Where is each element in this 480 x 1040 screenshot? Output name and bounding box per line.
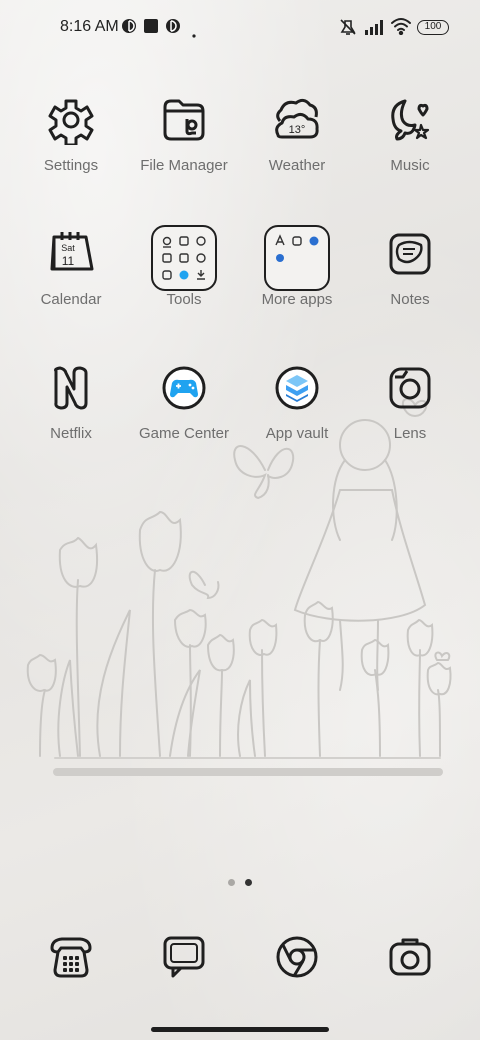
signal-icon	[364, 19, 386, 40]
browser-icon	[274, 936, 320, 984]
lens-icon	[385, 363, 435, 413]
camera-icon	[387, 938, 433, 984]
gear-icon	[46, 95, 96, 147]
stop-icon	[143, 18, 159, 39]
calendar-day: Sat	[61, 243, 75, 253]
dot-icon	[192, 25, 196, 43]
app-label: File Manager	[140, 157, 228, 174]
dock-browser[interactable]	[274, 934, 320, 980]
mute-icon	[338, 17, 358, 42]
status-bar: 8:16 AM 100	[0, 0, 480, 56]
app-label: More apps	[261, 291, 333, 308]
more-apps-folder-icon	[264, 225, 330, 291]
dock-phone[interactable]	[48, 934, 94, 980]
theme-icon	[121, 18, 137, 39]
app-label: Lens	[393, 425, 427, 442]
app-label: Game Center	[138, 425, 230, 442]
message-icon	[161, 936, 207, 984]
dock-camera[interactable]	[387, 934, 433, 980]
folder-icon	[159, 95, 209, 145]
tools-folder-icon	[151, 225, 217, 291]
wifi-icon	[390, 17, 412, 40]
app-label: Notes	[390, 291, 430, 308]
app-label: Weather	[268, 157, 326, 174]
calendar-date: 11	[62, 254, 75, 268]
netflix-icon	[46, 363, 96, 413]
battery-icon: 100	[417, 20, 449, 35]
theme-icon	[165, 18, 181, 39]
app-label: Calendar	[40, 291, 102, 308]
gamepad-icon	[159, 363, 209, 413]
calendar-icon: Sat 11	[46, 229, 96, 279]
notes-icon	[385, 229, 435, 279]
dock-messages[interactable]	[161, 934, 207, 980]
app-label: App vault	[265, 425, 329, 442]
app-label: Music	[390, 157, 430, 174]
page-dot-1[interactable]	[228, 879, 235, 886]
app-label: Netflix	[50, 425, 92, 442]
wallpaper	[0, 0, 480, 1040]
app-label: Settings	[43, 157, 99, 174]
music-moon-icon	[385, 95, 435, 145]
weather-cloud-icon: 13°	[272, 95, 322, 145]
tulip-girl-illustration	[26, 398, 452, 776]
weather-temperature: 13°	[289, 124, 306, 136]
phone-icon	[48, 937, 94, 984]
home-indicator[interactable]	[151, 1027, 329, 1032]
app-vault-icon	[272, 363, 322, 413]
app-label: Tools	[166, 291, 202, 308]
page-dot-2-active[interactable]	[245, 879, 252, 886]
status-time: 8:16 AM	[60, 18, 119, 35]
